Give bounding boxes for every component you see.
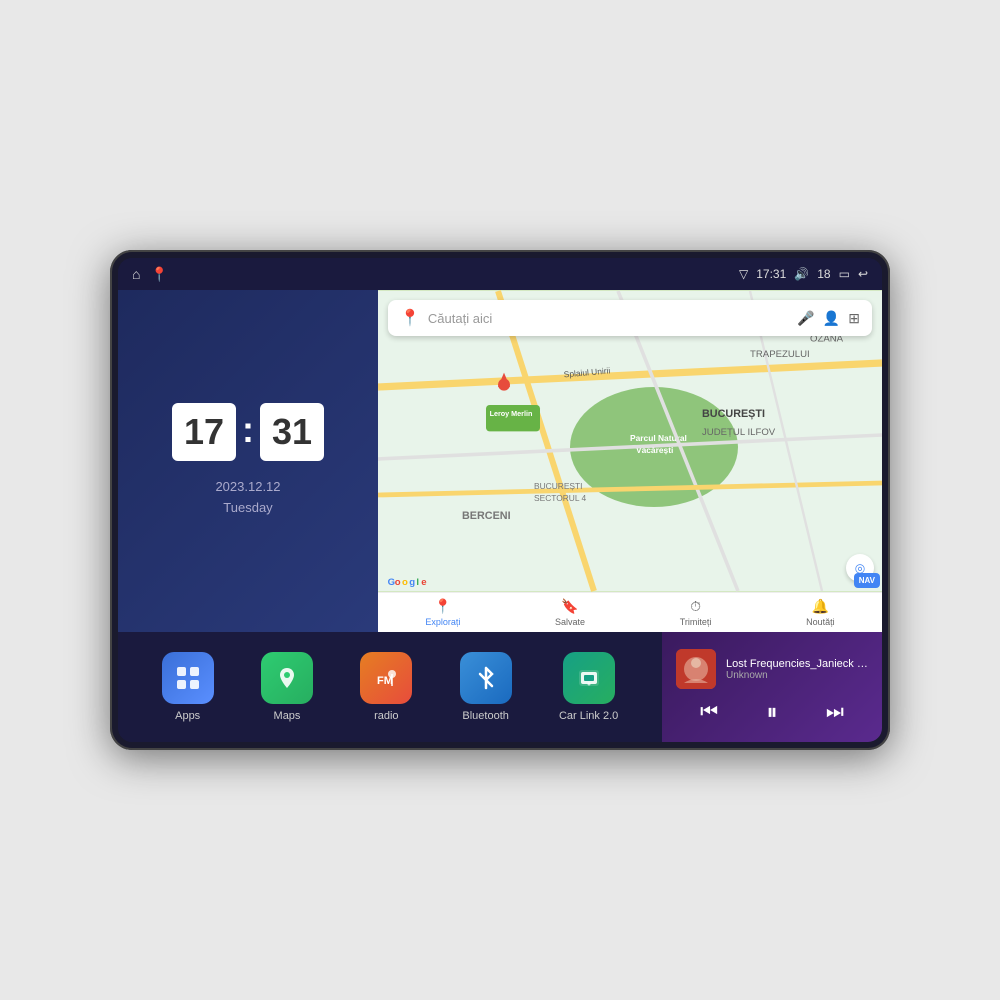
status-bar: ⌂ 📍 ▽ 17:31 🔊 18 ▭ ↩ <box>118 258 882 290</box>
map-nav-saved[interactable]: 🔖 Salvate <box>555 598 585 627</box>
maps-label: Maps <box>274 710 301 722</box>
map-search-pin-icon: 📍 <box>400 308 420 328</box>
bluetooth-label: Bluetooth <box>462 710 508 722</box>
volume-icon: 🔊 <box>794 267 809 281</box>
media-thumbnail <box>676 649 716 689</box>
status-left: ⌂ 📍 <box>132 266 168 283</box>
svg-text:Leroy Merlin: Leroy Merlin <box>490 409 533 418</box>
clock-day-value: Tuesday <box>223 500 272 515</box>
app-item-apps[interactable]: Apps <box>162 652 214 722</box>
svg-text:BUCUREȘTI: BUCUREȘTI <box>534 481 582 491</box>
svg-text:SECTORUL 4: SECTORUL 4 <box>534 493 587 503</box>
map-nav-explore[interactable]: 📍 Explorați <box>425 598 460 627</box>
apps-label: Apps <box>175 710 200 722</box>
maps-icon <box>261 652 313 704</box>
map-search-icons: 🎤 👤 ⊞ <box>797 310 860 327</box>
main-content: 17 : 31 2023.12.12 Tuesday 📍 Căutați aic… <box>118 290 882 742</box>
svg-text:l: l <box>416 577 419 588</box>
media-text: Lost Frequencies_Janieck Devy-... Unknow… <box>726 658 868 681</box>
map-nav-button[interactable]: NAV <box>854 573 880 588</box>
radio-icon: FM <box>360 652 412 704</box>
carlink-label: Car Link 2.0 <box>559 710 618 722</box>
account-icon[interactable]: 👤 <box>823 310 840 327</box>
clock-date: 2023.12.12 Tuesday <box>215 477 280 519</box>
map-search-bar[interactable]: 📍 Căutați aici 🎤 👤 ⊞ <box>388 300 872 336</box>
battery-level: 18 <box>817 267 830 281</box>
clock-display: 17 : 31 <box>172 403 324 461</box>
media-play-button[interactable]: ⏸ <box>766 699 777 725</box>
svg-text:JUDEȚUL ILFOV: JUDEȚUL ILFOV <box>702 427 776 438</box>
clock-date-value: 2023.12.12 <box>215 479 280 494</box>
media-prev-button[interactable]: ⏮ <box>700 701 718 724</box>
map-nav-news[interactable]: 🔔 Noutăți <box>806 598 835 627</box>
app-item-bluetooth[interactable]: Bluetooth <box>460 652 512 722</box>
bottom-section: Apps Maps <box>118 632 882 742</box>
explore-label: Explorați <box>425 617 460 627</box>
svg-text:e: e <box>421 577 426 588</box>
saved-icon: 🔖 <box>561 598 578 615</box>
svg-text:BUCUREȘTI: BUCUREȘTI <box>702 408 765 420</box>
media-controls: ⏮ ⏸ ⏭ <box>676 699 868 725</box>
mic-icon[interactable]: 🎤 <box>797 310 814 327</box>
map-panel[interactable]: 📍 Căutați aici 🎤 👤 ⊞ <box>378 290 882 632</box>
svg-text:TRAPEZULUI: TRAPEZULUI <box>750 349 810 360</box>
grid-icon[interactable]: ⊞ <box>848 310 860 327</box>
clock-hour: 17 <box>172 403 236 461</box>
bluetooth-app-icon <box>460 652 512 704</box>
home-icon[interactable]: ⌂ <box>132 266 140 282</box>
send-icon: ⏱ <box>690 598 701 615</box>
explore-icon: 📍 <box>434 598 451 615</box>
device-screen: ⌂ 📍 ▽ 17:31 🔊 18 ▭ ↩ 17 : <box>118 258 882 742</box>
app-item-maps[interactable]: Maps <box>261 652 313 722</box>
top-section: 17 : 31 2023.12.12 Tuesday 📍 Căutați aic… <box>118 290 882 632</box>
clock-colon: : <box>242 409 254 451</box>
svg-text:o: o <box>395 577 401 588</box>
apps-section: Apps Maps <box>118 632 662 742</box>
clock-panel: 17 : 31 2023.12.12 Tuesday <box>118 290 378 632</box>
battery-icon: ▭ <box>839 267 850 281</box>
media-player: Lost Frequencies_Janieck Devy-... Unknow… <box>662 632 882 742</box>
svg-text:BERCENI: BERCENI <box>462 510 511 522</box>
media-title: Lost Frequencies_Janieck Devy-... <box>726 658 868 670</box>
map-nav-send[interactable]: ⏱ Trimiteți <box>680 598 712 627</box>
svg-text:g: g <box>409 577 415 588</box>
device-body: ⌂ 📍 ▽ 17:31 🔊 18 ▭ ↩ 17 : <box>110 250 890 750</box>
app-item-carlink[interactable]: Car Link 2.0 <box>559 652 618 722</box>
news-label: Noutăți <box>806 617 835 627</box>
maps-status-icon[interactable]: 📍 <box>150 266 167 283</box>
media-artist: Unknown <box>726 670 868 681</box>
signal-icon: ▽ <box>739 267 748 281</box>
clock-minute: 31 <box>260 403 324 461</box>
media-info: Lost Frequencies_Janieck Devy-... Unknow… <box>676 649 868 689</box>
map-bottom-bar: 📍 Explorați 🔖 Salvate ⏱ Trimiteți 🔔 <box>378 592 882 632</box>
carlink-icon <box>563 652 615 704</box>
apps-icon <box>162 652 214 704</box>
map-search-placeholder[interactable]: Căutați aici <box>428 311 789 326</box>
saved-label: Salvate <box>555 617 585 627</box>
radio-label: radio <box>374 710 398 722</box>
send-label: Trimiteți <box>680 617 712 627</box>
status-right: ▽ 17:31 🔊 18 ▭ ↩ <box>739 267 868 281</box>
status-time: 17:31 <box>756 267 786 281</box>
media-next-button[interactable]: ⏭ <box>826 701 844 724</box>
app-item-radio[interactable]: FM radio <box>360 652 412 722</box>
back-icon[interactable]: ↩ <box>858 267 868 281</box>
news-icon: 🔔 <box>812 598 829 615</box>
svg-text:o: o <box>402 577 408 588</box>
